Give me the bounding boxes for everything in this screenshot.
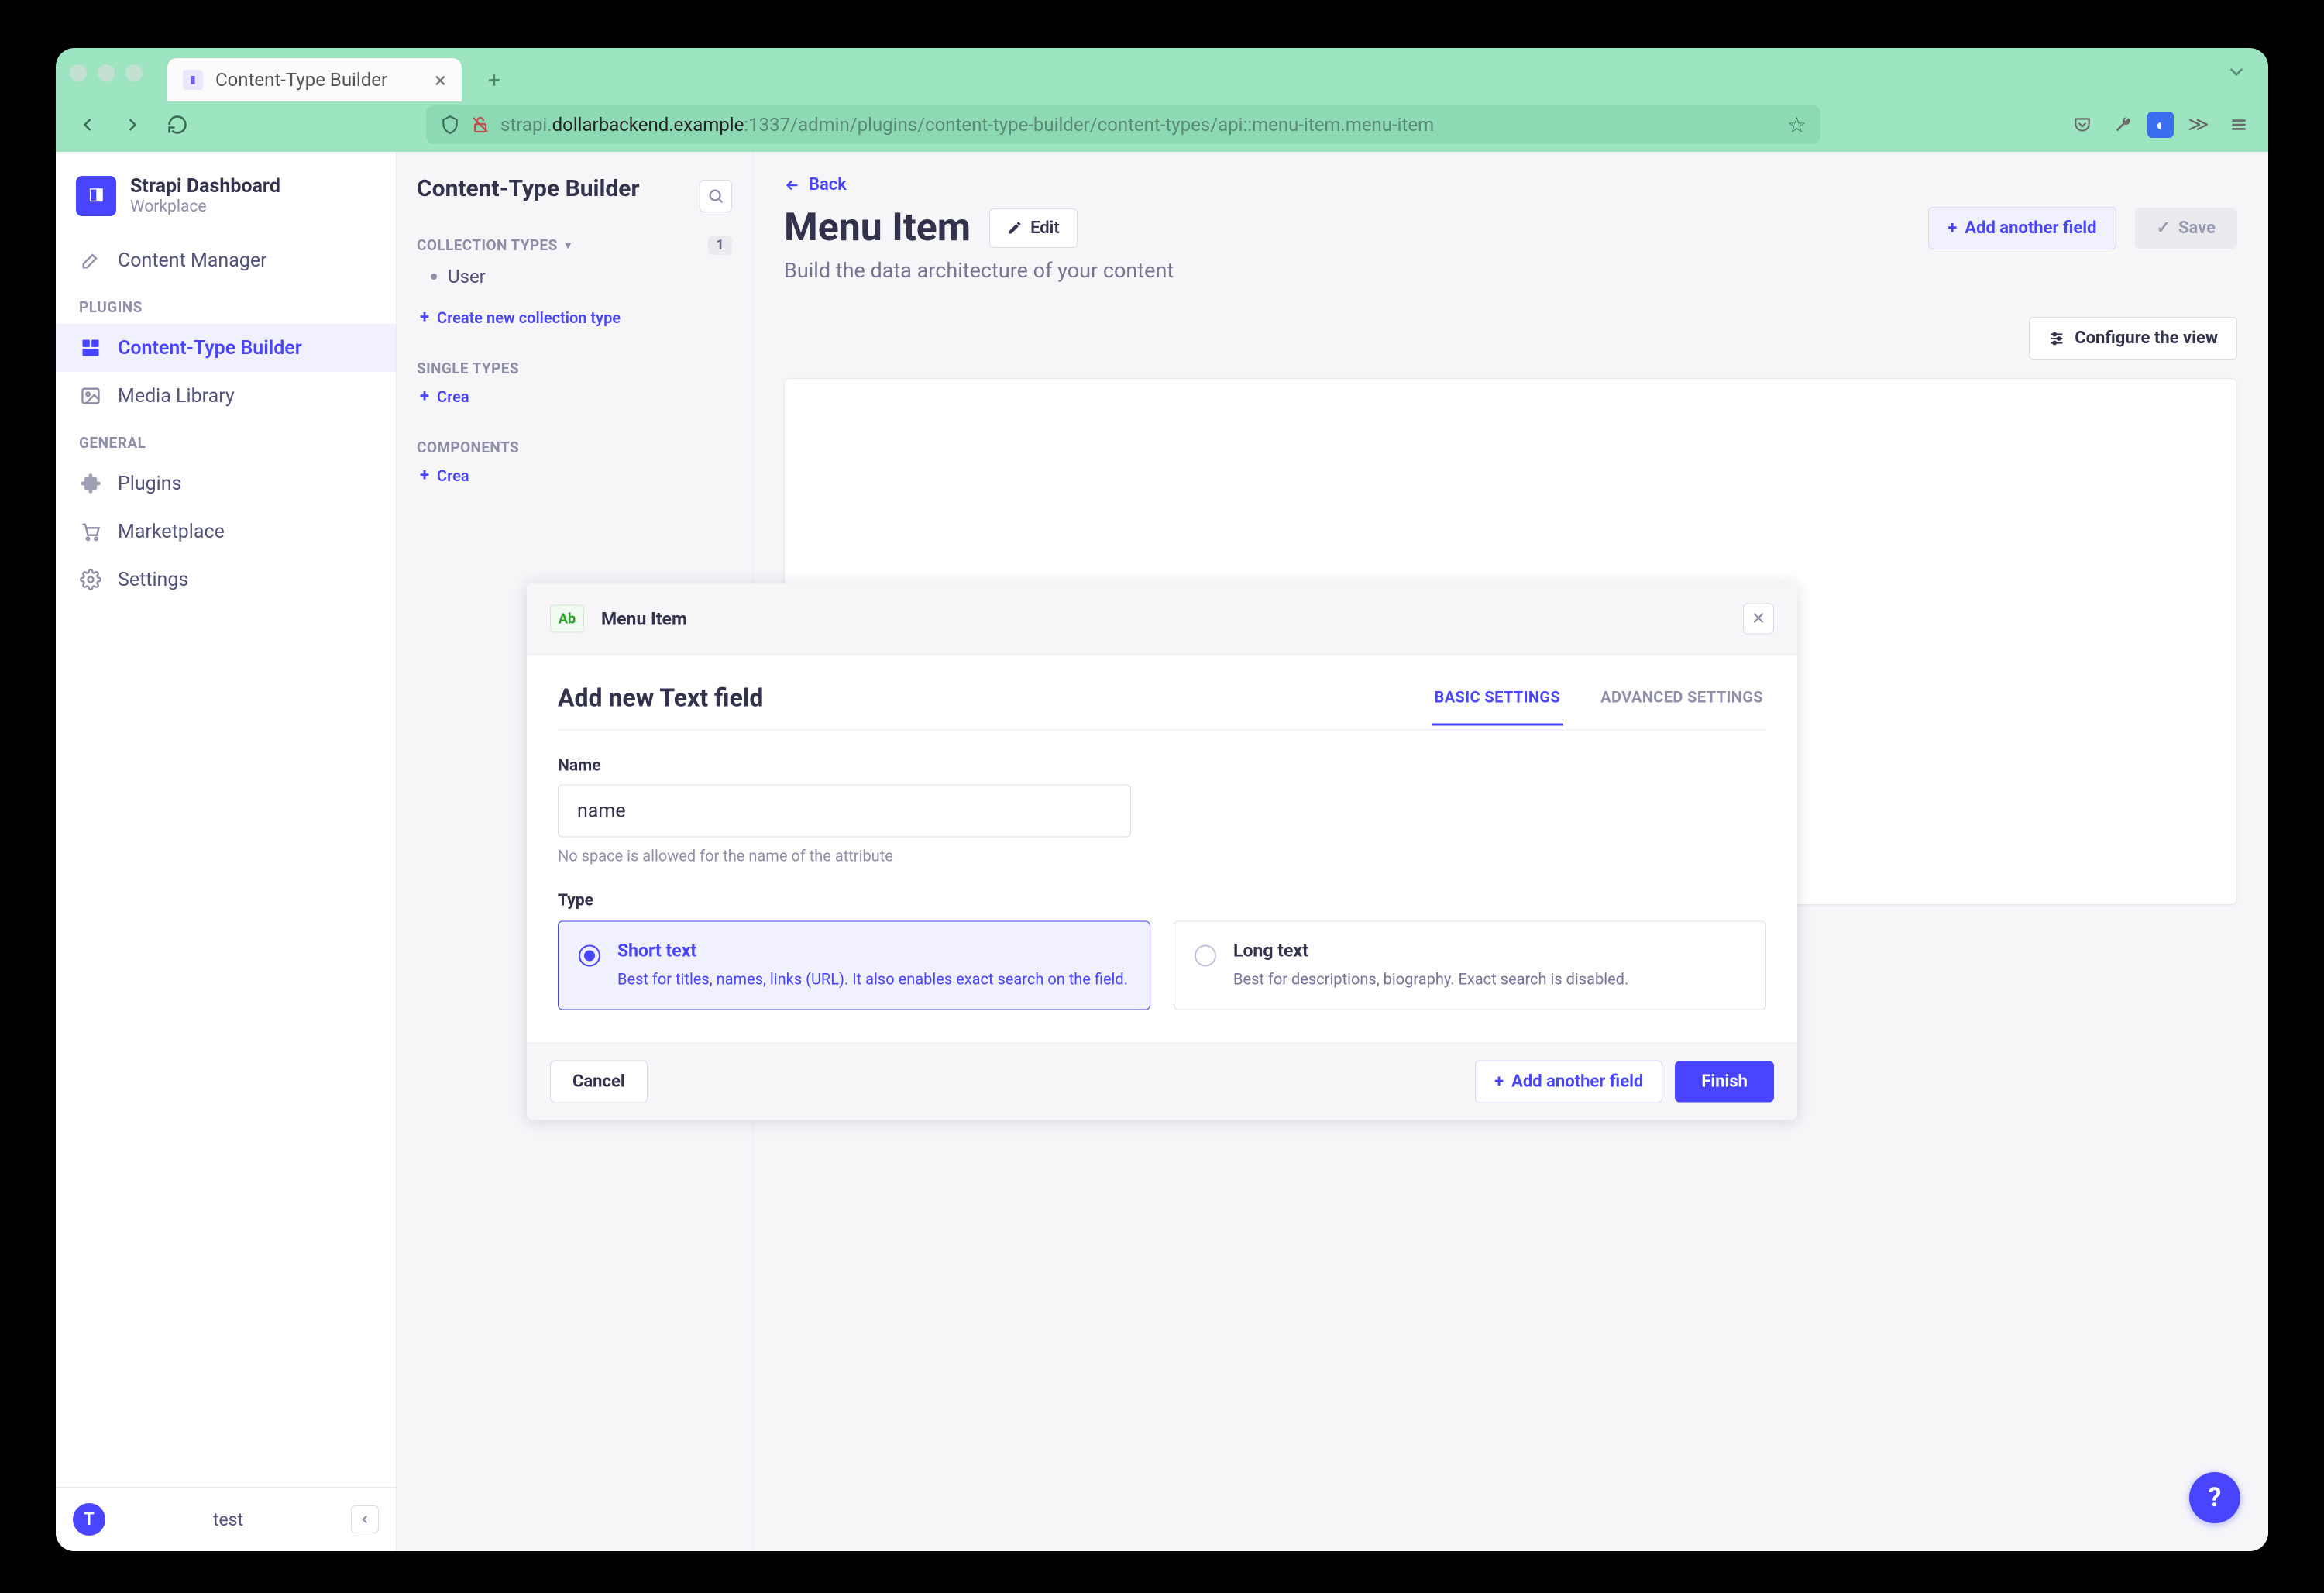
app-root: Strapi Dashboard Workplace Content Manag… [56,152,2268,1551]
cancel-button[interactable]: Cancel [550,1061,648,1103]
help-fab[interactable]: ? [2189,1472,2240,1523]
window-minimize[interactable] [98,64,115,81]
modal-footer: Cancel + Add another field Finish [527,1043,1797,1120]
modal-close-button[interactable]: ✕ [1743,604,1774,635]
toolbar-right: ◐ ≫ [2067,109,2254,140]
modal-header-title: Menu Item [601,608,687,629]
name-label: Name [558,757,1766,776]
window-maximize[interactable] [125,64,143,81]
wrench-icon[interactable] [2107,109,2138,140]
tab-basic-settings[interactable]: BASIC SETTINGS [1432,687,1564,725]
name-input[interactable] [558,785,1131,838]
tab-favicon [183,70,203,90]
shield-icon[interactable] [440,115,460,135]
new-tab-button[interactable]: + [482,67,507,92]
nav-reload-button[interactable] [160,107,195,143]
nav-forward-button[interactable] [115,107,150,143]
tabs-overflow-button[interactable] [2226,62,2247,82]
modal-title: Add new Text field [558,683,763,730]
name-help: No space is allowed for the name of the … [558,847,1766,865]
tab-close-icon[interactable]: × [435,67,446,93]
plus-icon: + [1494,1072,1504,1092]
hamburger-menu-icon[interactable] [2223,109,2254,140]
add-field-modal: Ab Menu Item ✕ Add new Text field BASIC … [527,583,1797,1120]
bookmark-star-icon[interactable]: ☆ [1787,112,1807,138]
radio-unselected-icon [1195,945,1216,967]
nav-back-button[interactable] [70,107,105,143]
browser-tab[interactable]: Content-Type Builder × [167,58,462,101]
overflow-chevrons-icon[interactable]: ≫ [2183,109,2214,140]
insecure-lock-icon[interactable] [471,115,490,134]
traffic-lights [70,64,143,81]
browser-toolbar: strapi.dollarbackend.example:1337/admin/… [56,98,2268,152]
type-short-text[interactable]: Short text Best for titles, names, links… [558,921,1150,1010]
pocket-icon[interactable] [2067,109,2098,140]
type-label: Type [558,892,1766,910]
window-close[interactable] [70,64,87,81]
url-text: strapi.dollarbackend.example:1337/admin/… [500,114,1776,136]
modal-header: Ab Menu Item ✕ [527,583,1797,655]
text-field-badge: Ab [550,605,584,633]
radio-selected-icon [579,945,600,967]
tab-title: Content-Type Builder [215,69,422,91]
modal-add-another-field-button[interactable]: + Add another field [1475,1061,1662,1103]
tab-advanced-settings[interactable]: ADVANCED SETTINGS [1597,687,1766,725]
url-bar[interactable]: strapi.dollarbackend.example:1337/admin/… [426,105,1820,144]
extension-badge[interactable]: ◐ [2147,112,2174,138]
finish-button[interactable]: Finish [1675,1061,1774,1103]
browser-tab-bar: Content-Type Builder × + [56,48,2268,98]
type-long-text[interactable]: Long text Best for descriptions, biograp… [1174,921,1766,1010]
browser-window: Content-Type Builder × + strapi.dollarba… [56,48,2268,1551]
